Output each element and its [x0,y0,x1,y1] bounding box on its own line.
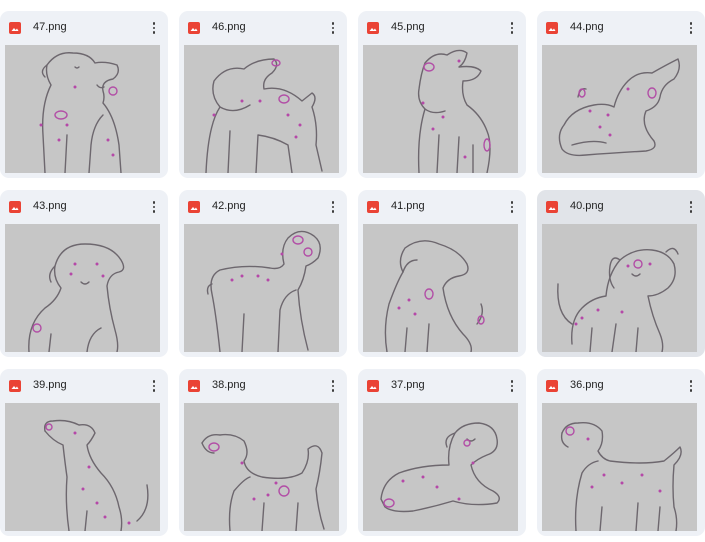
more-vert-icon[interactable] [502,197,522,217]
file-card[interactable]: 37.png [358,369,526,536]
more-vert-icon[interactable] [681,18,701,38]
file-name: 44.png [570,21,604,33]
more-vert-icon[interactable] [323,197,343,217]
image-icon [546,201,558,213]
image-thumbnail[interactable] [5,224,160,352]
card-header: 40.png [537,190,705,224]
card-header: 47.png [0,11,168,45]
file-name: 40.png [570,200,604,212]
card-header: 36.png [537,369,705,403]
file-name: 43.png [33,200,67,212]
card-header: 39.png [0,369,168,403]
image-thumbnail[interactable] [184,403,339,531]
card-header: 38.png [179,369,347,403]
card-header: 37.png [358,369,526,403]
file-card[interactable]: 39.png [0,369,168,536]
file-name: 47.png [33,21,67,33]
card-header: 43.png [0,190,168,224]
more-vert-icon[interactable] [323,376,343,396]
image-icon [367,201,379,213]
image-icon [9,201,21,213]
file-card[interactable]: 40.png [537,190,705,357]
image-icon [188,22,200,34]
file-name: 37.png [391,379,425,391]
card-header: 41.png [358,190,526,224]
image-icon [188,201,200,213]
file-name: 39.png [33,379,67,391]
more-vert-icon[interactable] [502,18,522,38]
card-header: 44.png [537,11,705,45]
file-card[interactable]: 44.png [537,11,705,178]
card-header: 45.png [358,11,526,45]
image-thumbnail[interactable] [5,45,160,173]
file-grid: 47.png 46.png 45.png 44.png 43.png 42.pn… [0,0,705,542]
more-vert-icon[interactable] [144,197,164,217]
image-icon [546,380,558,392]
file-card[interactable]: 36.png [537,369,705,536]
file-card[interactable]: 43.png [0,190,168,357]
file-name: 41.png [391,200,425,212]
image-thumbnail[interactable] [184,45,339,173]
file-name: 38.png [212,379,246,391]
more-vert-icon[interactable] [502,376,522,396]
more-vert-icon[interactable] [144,376,164,396]
file-card[interactable]: 38.png [179,369,347,536]
image-thumbnail[interactable] [363,45,518,173]
image-icon [9,380,21,392]
file-name: 46.png [212,21,246,33]
more-vert-icon[interactable] [681,197,701,217]
file-name: 45.png [391,21,425,33]
card-header: 46.png [179,11,347,45]
image-thumbnail[interactable] [363,224,518,352]
more-vert-icon[interactable] [144,18,164,38]
image-icon [546,22,558,34]
file-name: 42.png [212,200,246,212]
image-thumbnail[interactable] [542,45,697,173]
image-thumbnail[interactable] [363,403,518,531]
image-icon [9,22,21,34]
card-header: 42.png [179,190,347,224]
image-icon [188,380,200,392]
image-icon [367,380,379,392]
image-thumbnail[interactable] [5,403,160,531]
image-thumbnail[interactable] [184,224,339,352]
file-card[interactable]: 46.png [179,11,347,178]
image-thumbnail[interactable] [542,224,697,352]
file-card[interactable]: 42.png [179,190,347,357]
file-name: 36.png [570,379,604,391]
image-thumbnail[interactable] [542,403,697,531]
file-card[interactable]: 45.png [358,11,526,178]
more-vert-icon[interactable] [681,376,701,396]
more-vert-icon[interactable] [323,18,343,38]
file-card[interactable]: 41.png [358,190,526,357]
file-card[interactable]: 47.png [0,11,168,178]
image-icon [367,22,379,34]
